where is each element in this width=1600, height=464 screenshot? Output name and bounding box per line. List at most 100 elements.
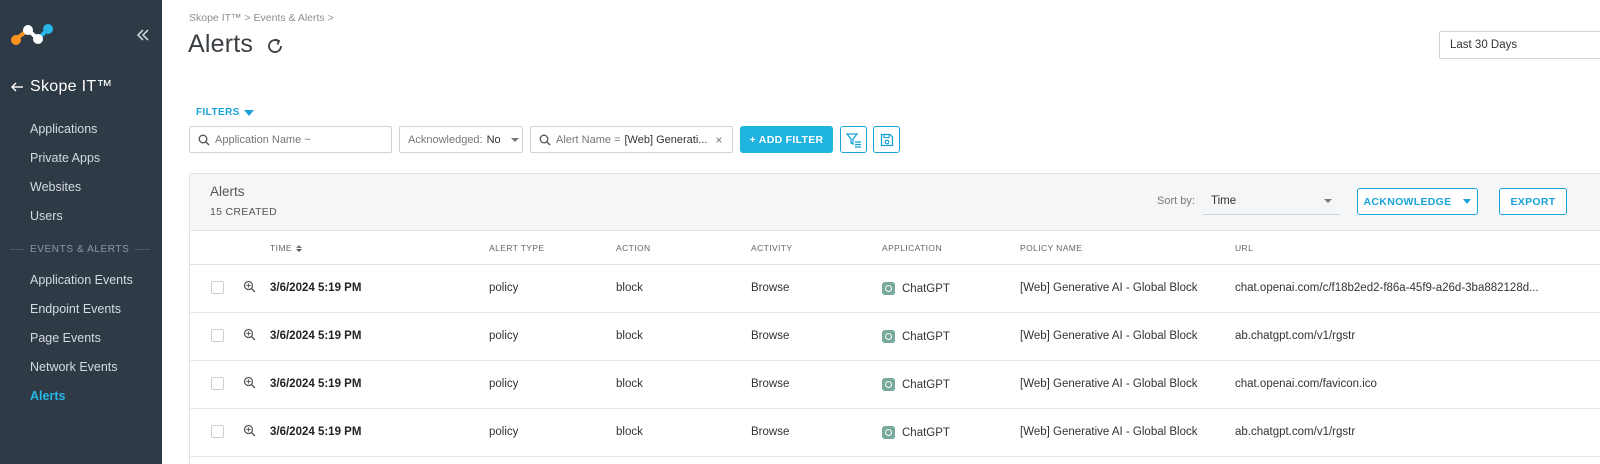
table-header: TIME ALERT TYPE ACTION ACTIVITY APPLICAT… [190, 231, 1600, 265]
alerts-panel-title: Alerts [210, 184, 245, 199]
row-checkbox[interactable] [211, 425, 224, 438]
chatgpt-icon [882, 378, 895, 391]
acknowledged-filter[interactable]: Acknowledged: No [399, 126, 523, 153]
cell-time: 3/6/2024 5:19 PM [270, 378, 362, 390]
add-filter-button[interactable]: + ADD FILTER [740, 126, 833, 153]
section-label: EVENTS & ALERTS [30, 244, 130, 255]
cell-url: chat.openai.com/favicon.ico [1235, 378, 1377, 390]
cell-action: block [616, 282, 643, 294]
cell-action: block [616, 426, 643, 438]
save-icon [880, 133, 893, 146]
sort-label: Sort by: [1157, 195, 1195, 207]
alert-name-filter[interactable]: Alert Name = [Web] Generati... × [530, 126, 733, 153]
acknowledged-filter-label: Acknowledged: [408, 133, 483, 146]
cell-activity: Browse [751, 378, 790, 390]
zoom-in-icon[interactable] [243, 280, 256, 293]
cell-action: block [616, 378, 643, 390]
chatgpt-icon [882, 426, 895, 439]
row-checkbox[interactable] [211, 281, 224, 294]
search-icon [198, 134, 210, 145]
table-row[interactable]: 3/6/2024 5:19 PM policy block Browse Cha… [190, 409, 1600, 457]
cell-url: ab.chatgpt.com/v1/rgstr [1235, 330, 1356, 342]
cell-alert-type: policy [489, 282, 519, 294]
row-checkbox[interactable] [211, 377, 224, 390]
acknowledge-button-label: ACKNOWLEDGE [1363, 195, 1452, 208]
cell-application[interactable]: ChatGPT [882, 378, 950, 391]
sidebar-item-application-events[interactable]: Application Events [30, 273, 133, 287]
sort-icon [295, 244, 302, 252]
sidebar-item-websites[interactable]: Websites [30, 180, 81, 194]
save-filter-button[interactable] [873, 126, 900, 153]
application-name-filter[interactable]: Application Name ~ [189, 126, 392, 153]
sidebar-item-alerts[interactable]: Alerts [30, 389, 65, 403]
breadcrumb[interactable]: Skope IT™ > Events & Alerts > [189, 12, 334, 24]
filter-options-button[interactable] [840, 126, 867, 153]
alert-name-filter-value: [Web] Generati... [624, 133, 708, 146]
cell-application-label: ChatGPT [902, 378, 950, 391]
cell-time: 3/6/2024 5:19 PM [270, 282, 362, 294]
cell-url: ab.chatgpt.com/v1/rgstr [1235, 426, 1356, 438]
cell-activity: Browse [751, 330, 790, 342]
alerts-panel: Alerts 15 CREATED Sort by: Time ACKNOWLE… [189, 173, 1600, 464]
product-back-link[interactable]: Skope IT™ [10, 78, 113, 96]
cell-policy-name: [Web] Generative AI - Global Block [1020, 330, 1198, 342]
cell-action: block [616, 330, 643, 342]
sidebar-item-applications[interactable]: Applications [30, 122, 97, 136]
chatgpt-icon [882, 282, 895, 295]
column-header-policy-name[interactable]: POLICY NAME [1020, 243, 1082, 253]
column-header-activity[interactable]: ACTIVITY [751, 243, 792, 253]
caret-down-icon [243, 109, 254, 116]
cell-application[interactable]: ChatGPT [882, 426, 950, 439]
sidebar-item-users[interactable]: Users [30, 209, 63, 223]
filters-toggle[interactable]: FILTERS [196, 107, 254, 118]
column-header-url[interactable]: URL [1235, 243, 1253, 253]
sidebar-item-page-events[interactable]: Page Events [30, 331, 101, 345]
search-icon [539, 134, 551, 145]
export-button-label: EXPORT [1510, 195, 1556, 208]
table-row[interactable]: 3/6/2024 5:19 PM policy block Browse Cha… [190, 313, 1600, 361]
cell-application-label: ChatGPT [902, 330, 950, 343]
caret-down-icon [510, 137, 519, 142]
acknowledge-button[interactable]: ACKNOWLEDGE [1357, 188, 1478, 215]
cell-application-label: ChatGPT [902, 426, 950, 439]
date-range-select[interactable]: Last 30 Days [1439, 31, 1600, 59]
sidebar-item-endpoint-events[interactable]: Endpoint Events [30, 302, 121, 316]
caret-down-icon [1463, 199, 1472, 204]
acknowledged-filter-value: No [486, 133, 501, 146]
zoom-in-icon[interactable] [243, 376, 256, 389]
zoom-in-icon[interactable] [243, 424, 256, 437]
column-header-action[interactable]: ACTION [616, 243, 651, 253]
sidebar: Skope IT™ Applications Private Apps Webs… [0, 0, 162, 464]
column-header-time-label: TIME [270, 243, 292, 253]
cell-application-label: ChatGPT [902, 282, 950, 295]
cell-application[interactable]: ChatGPT [882, 282, 950, 295]
cell-alert-type: policy [489, 378, 519, 390]
clear-filter-icon[interactable]: × [715, 133, 722, 147]
caret-down-icon [1324, 199, 1332, 203]
application-name-placeholder: Application Name ~ [215, 133, 311, 146]
sort-select-value: Time [1211, 195, 1237, 207]
export-button[interactable]: EXPORT [1499, 188, 1567, 215]
zoom-in-icon[interactable] [243, 328, 256, 341]
column-header-alert-type[interactable]: ALERT TYPE [489, 243, 545, 253]
refresh-icon[interactable] [265, 36, 285, 56]
cell-activity: Browse [751, 282, 790, 294]
sidebar-item-network-events[interactable]: Network Events [30, 360, 118, 374]
cell-application[interactable]: ChatGPT [882, 330, 950, 343]
alerts-panel-header: Alerts 15 CREATED Sort by: Time ACKNOWLE… [190, 174, 1600, 231]
netskope-logo-icon[interactable] [8, 20, 54, 50]
cell-policy-name: [Web] Generative AI - Global Block [1020, 282, 1198, 294]
arrow-left-icon [11, 82, 23, 92]
cell-alert-type: policy [489, 330, 519, 342]
table-row[interactable]: 3/6/2024 5:19 PM policy block Browse Cha… [190, 265, 1600, 313]
row-checkbox[interactable] [211, 329, 224, 342]
cell-url: chat.openai.com/c/f18b2ed2-f86a-45f9-a26… [1235, 282, 1539, 294]
cell-alert-type: policy [489, 426, 519, 438]
sidebar-item-private-apps[interactable]: Private Apps [30, 151, 100, 165]
alert-name-filter-label: Alert Name = [556, 133, 621, 146]
collapse-sidebar-icon[interactable] [136, 28, 150, 42]
column-header-application[interactable]: APPLICATION [882, 243, 942, 253]
column-header-time[interactable]: TIME [270, 243, 302, 253]
sort-select[interactable]: Time [1203, 188, 1340, 215]
table-row[interactable]: 3/6/2024 5:19 PM policy block Browse Cha… [190, 361, 1600, 409]
